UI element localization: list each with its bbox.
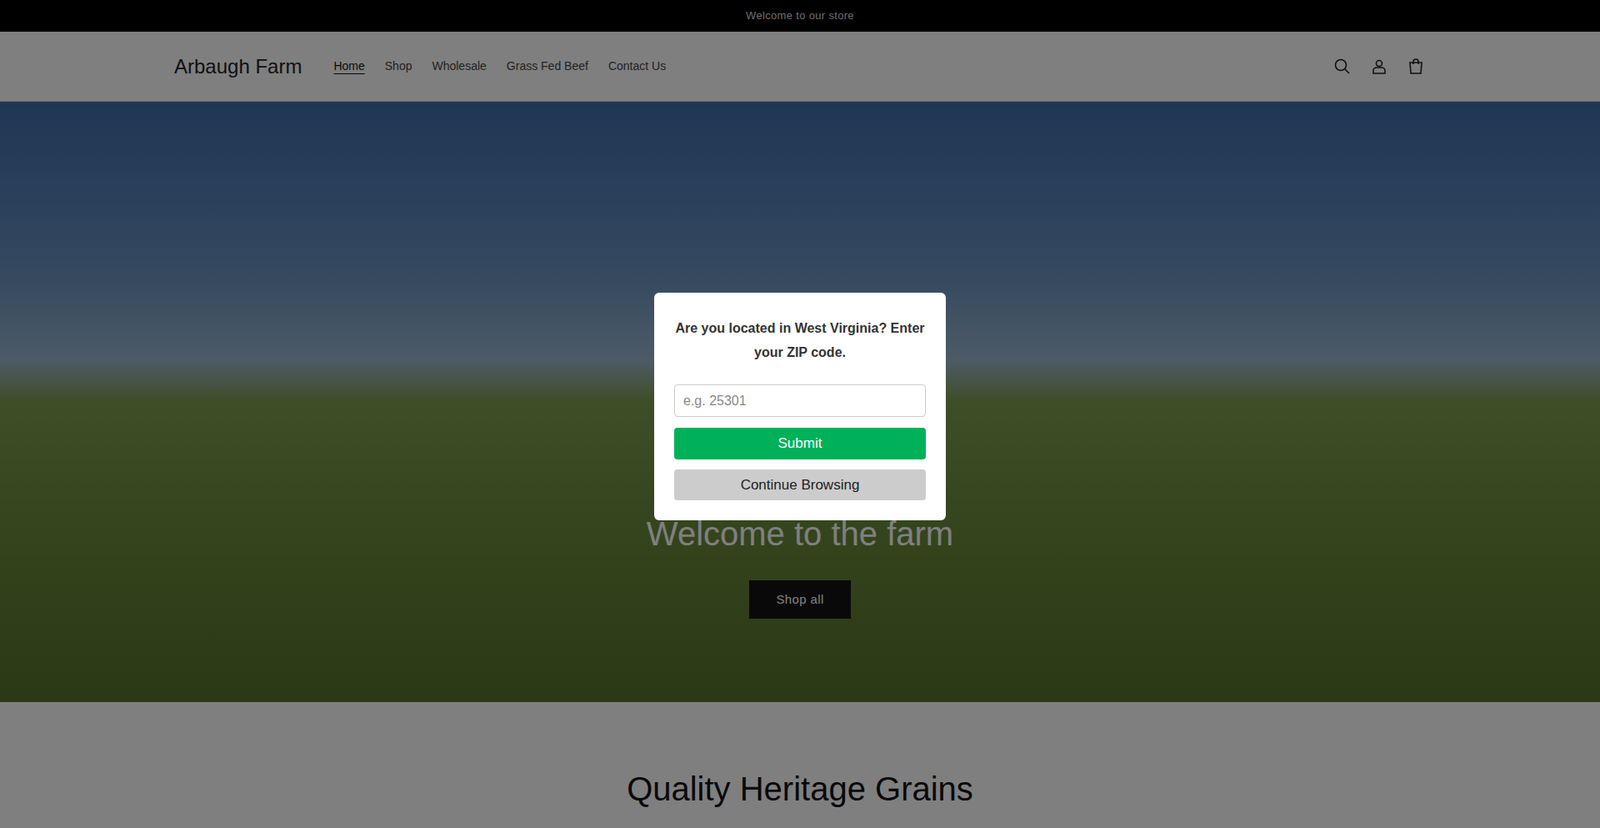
- modal-overlay[interactable]: Are you located in West Virginia? Enter …: [0, 0, 1600, 828]
- continue-browsing-button[interactable]: Continue Browsing: [674, 469, 926, 500]
- modal-prompt: Are you located in West Virginia? Enter …: [674, 315, 926, 365]
- submit-button[interactable]: Submit: [674, 427, 926, 460]
- zip-input[interactable]: [674, 384, 926, 417]
- zip-modal: Are you located in West Virginia? Enter …: [654, 292, 946, 520]
